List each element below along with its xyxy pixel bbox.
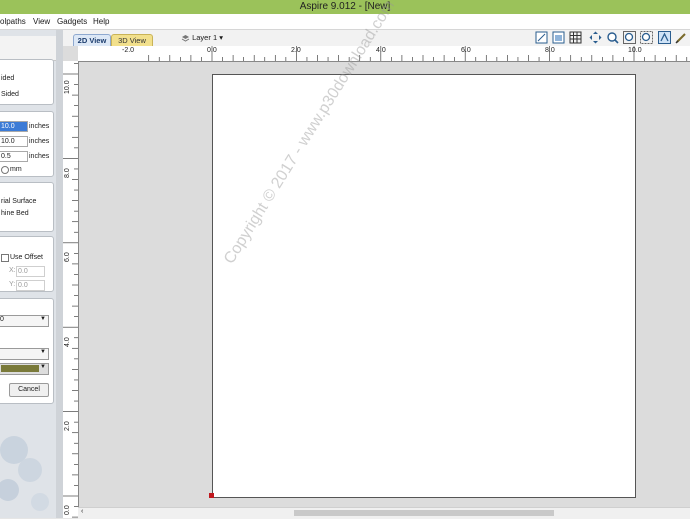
vector-tool-icon[interactable]	[675, 31, 688, 44]
title-bar: Aspire 9.012 - [New]	[0, 0, 690, 14]
v-ruler-label: 2.0	[64, 421, 71, 431]
offset-y-label: Y:	[9, 281, 16, 288]
menu-gadgets[interactable]: Gadgets	[57, 17, 87, 26]
height-input[interactable]: 10.0	[0, 136, 28, 147]
chevron-down-icon: ▼	[40, 364, 46, 370]
panel-header	[0, 36, 56, 61]
menu-help[interactable]: Help	[93, 17, 109, 26]
pan-icon[interactable]	[589, 31, 602, 44]
zoom-fit-icon[interactable]	[623, 31, 636, 44]
xy-datum-group: Use Offset X: 0.0 Y: 0.0	[0, 236, 54, 292]
thickness-unit: inches	[29, 153, 50, 160]
mm-radio[interactable]	[1, 166, 9, 174]
sides-option-single[interactable]: ided	[1, 75, 14, 82]
height-unit: inches	[29, 138, 50, 145]
menu-view[interactable]: View	[33, 17, 50, 26]
resolution-value: 0	[0, 316, 4, 323]
h-ruler-label: 10.0	[628, 47, 642, 54]
appearance-group: 0 ▼ ▼ ▼ Cancel	[0, 298, 54, 404]
chevron-down-icon: ▼	[40, 316, 46, 322]
zoom-selection-icon[interactable]	[640, 31, 653, 44]
menu-bar: olpaths View Gadgets Help	[0, 14, 690, 30]
vertical-ruler: 10.0 8.0 6.0 4.0 2.0 0.0	[63, 61, 79, 518]
sides-option-double[interactable]: Sided	[1, 91, 19, 98]
menu-toolpaths[interactable]: olpaths	[0, 17, 26, 26]
use-offset-label: Use Offset	[10, 254, 43, 261]
material-color-dropdown[interactable]: ▼	[0, 363, 49, 375]
layers-icon	[181, 34, 190, 42]
h-ruler-label: -2.0	[122, 47, 135, 54]
scrollbar-thumb[interactable]	[294, 510, 554, 516]
chevron-down-icon: ▾	[219, 33, 223, 42]
h-ruler-label: 0.0	[207, 47, 217, 54]
2d-view-area[interactable]: -2.0 0.0 2.0 4.0 6.0 8.0 10.0 10.0 8.0 6…	[63, 0, 690, 519]
z-zero-machine-bed[interactable]: hine Bed	[1, 210, 29, 217]
origin-marker	[209, 493, 214, 498]
sides-group: ided Sided	[0, 59, 54, 105]
layer-selector[interactable]: Layer 1 ▾	[181, 33, 223, 43]
chevron-down-icon: ▼	[40, 349, 46, 355]
width-unit: inches	[29, 123, 50, 130]
panel-decoration	[0, 436, 49, 511]
width-input[interactable]: 10.0	[0, 121, 28, 132]
view-2d-icon[interactable]	[535, 31, 548, 44]
material-dropdown[interactable]: ▼	[0, 348, 49, 360]
layer-label: Layer 1	[192, 33, 218, 42]
h-ruler-label: 4.0	[376, 47, 386, 54]
horizontal-ruler: -2.0 0.0 2.0 4.0 6.0 8.0 10.0	[78, 46, 690, 62]
v-ruler-label: 0.0	[64, 505, 71, 515]
resolution-dropdown[interactable]: 0 ▼	[0, 315, 49, 327]
v-ruler-label: 10.0	[64, 80, 71, 94]
cancel-button[interactable]: Cancel	[9, 383, 49, 397]
v-ruler-label: 4.0	[64, 337, 71, 347]
v-ruler-label: 8.0	[64, 168, 71, 178]
view-3d-icon[interactable]	[552, 31, 565, 44]
h-ruler-label: 6.0	[461, 47, 471, 54]
material-sheet[interactable]	[212, 74, 636, 498]
scroll-left-icon[interactable]: ‹	[81, 508, 83, 515]
horizontal-scrollbar[interactable]: ‹	[78, 507, 690, 519]
v-ruler-label: 6.0	[64, 252, 71, 262]
job-setup-panel: ided Sided 10.0 inches 10.0 inches 0.5 i…	[0, 30, 56, 518]
window-title: Aspire 9.012 - [New]	[299, 1, 391, 12]
mm-label: mm	[10, 166, 22, 173]
offset-x-label: X:	[9, 267, 16, 274]
h-ruler-label: 2.0	[291, 47, 301, 54]
panel-splitter[interactable]	[56, 30, 63, 518]
use-offset-checkbox[interactable]	[1, 254, 9, 262]
thickness-input[interactable]: 0.5	[0, 151, 28, 162]
z-zero-group: rial Surface hine Bed	[0, 182, 54, 232]
zoom-icon[interactable]	[606, 31, 619, 44]
grid-icon[interactable]	[569, 31, 582, 44]
size-group: 10.0 inches 10.0 inches 0.5 inches mm	[0, 111, 54, 177]
z-zero-material-surface[interactable]: rial Surface	[1, 198, 36, 205]
tab-3d-view[interactable]: 3D View	[111, 34, 153, 46]
material-color-swatch	[1, 365, 39, 372]
h-ruler-label: 8.0	[545, 47, 555, 54]
tab-2d-view[interactable]: 2D View	[73, 34, 111, 46]
offset-y-input[interactable]: 0.0	[16, 280, 45, 291]
snap-icon[interactable]	[658, 31, 671, 44]
offset-x-input[interactable]: 0.0	[16, 266, 45, 277]
